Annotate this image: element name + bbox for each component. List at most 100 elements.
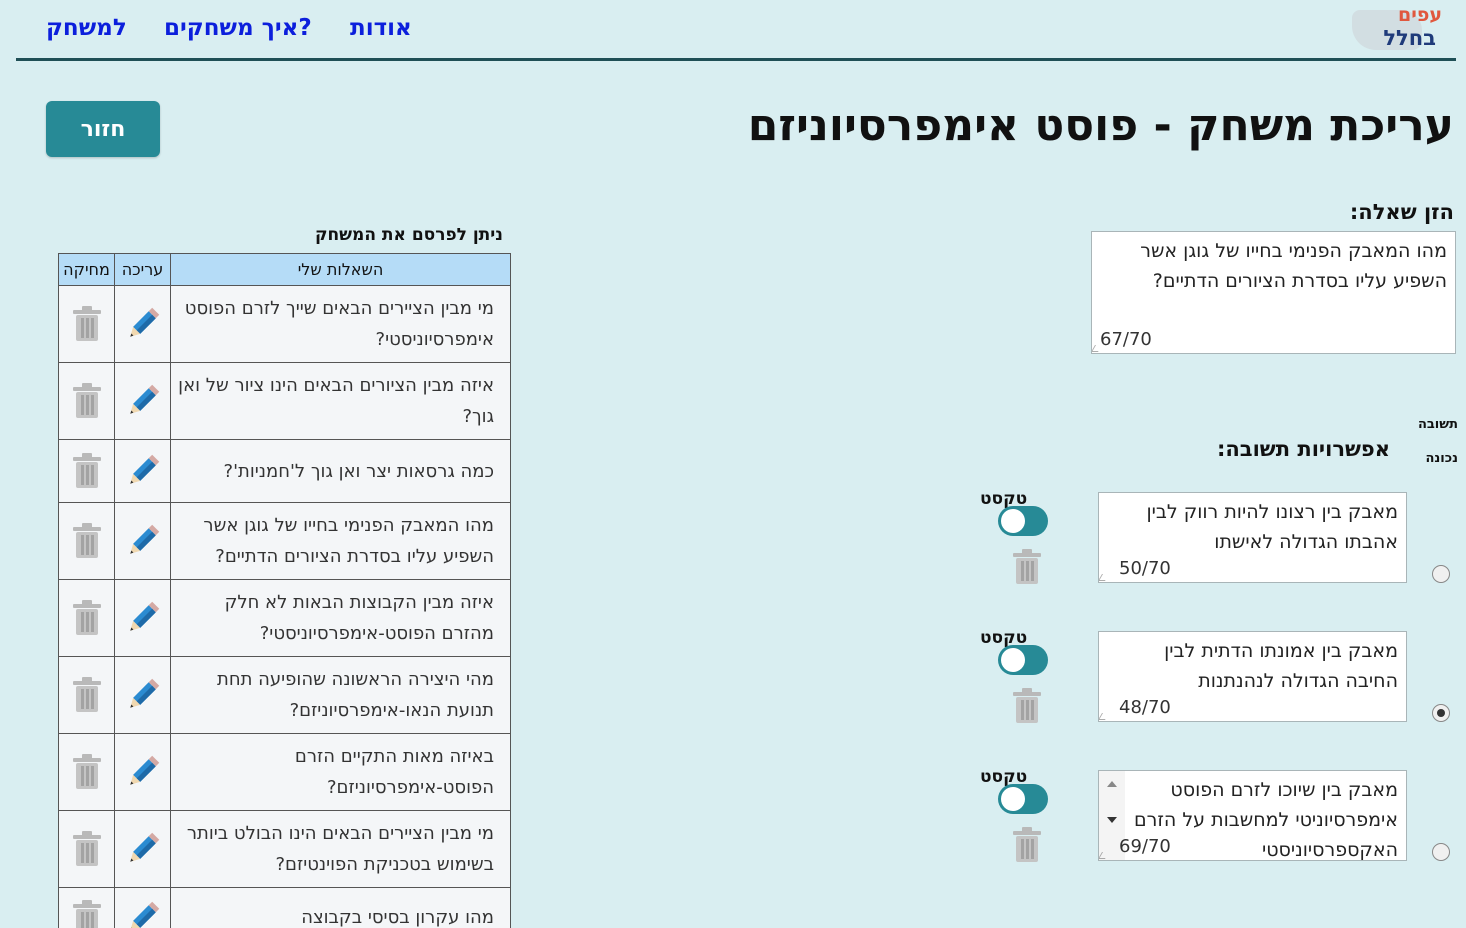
trash-icon[interactable] (71, 453, 103, 488)
top-navigation: למשחק איך משחקים? אודות עפים בחלל (16, 0, 1456, 61)
pencil-icon[interactable] (124, 454, 162, 484)
site-logo[interactable]: עפים בחלל (1342, 4, 1446, 56)
header-delete: מחיקה (58, 253, 115, 286)
pencil-icon[interactable] (124, 524, 162, 554)
publish-status-note: ניתן לפרסם את המשחק (314, 225, 503, 245)
delete-cell (58, 362, 115, 440)
toggle-knob (1001, 509, 1025, 533)
edit-cell (114, 579, 171, 657)
table-body: מי מבין הציירים הבאים שייך לזרם הפוסט אי… (58, 285, 511, 928)
table-row: באיזה מאות התקיים הזרם הפוסט-אימפרסיוניז… (58, 733, 511, 811)
table-row: איזה מבין הציורים הבאים הינו ציור של ואן… (58, 362, 511, 440)
trash-icon[interactable] (1011, 548, 1043, 586)
page-title: עריכת משחק - פוסט אימפרסיוניזם (747, 100, 1454, 151)
trash-icon[interactable] (71, 383, 103, 418)
edit-cell (114, 502, 171, 580)
text-toggle-1[interactable] (998, 506, 1048, 536)
trash-icon[interactable] (71, 600, 103, 635)
question-text: מהו המאבק הפנימי בחייו של גוגן אשר השפיע… (1140, 240, 1447, 292)
answer-options-label: אפשרויות תשובה: (1216, 437, 1390, 461)
back-button[interactable]: חזור (46, 101, 160, 157)
answer-char-counter-2: 48/70 (1119, 697, 1171, 718)
correct-answer-radio-3[interactable] (1432, 843, 1450, 861)
logo-text-line2: בחלל (1383, 26, 1436, 50)
question-cell: כמה גרסאות יצר ואן גוך ל'חמניות'? (170, 439, 511, 503)
question-cell: איזה מבין הציורים הבאים הינו ציור של ואן… (170, 362, 511, 440)
pencil-icon[interactable] (124, 384, 162, 414)
trash-icon[interactable] (71, 754, 103, 789)
pencil-icon[interactable] (124, 307, 162, 337)
trash-icon[interactable] (71, 677, 103, 712)
toggle-knob (1001, 648, 1025, 672)
correct-answer-radio-2[interactable] (1432, 704, 1450, 722)
edit-cell (114, 285, 171, 363)
question-cell: מהו המאבק הפנימי בחייו של גוגן אשר השפיע… (170, 502, 511, 580)
scroll-down-icon[interactable] (1107, 817, 1117, 823)
edit-cell (114, 656, 171, 734)
scroll-up-icon[interactable] (1107, 781, 1117, 787)
trash-icon[interactable] (71, 523, 103, 558)
correct-answer-label: תשובה נכונה (1417, 417, 1458, 466)
pencil-icon[interactable] (124, 832, 162, 862)
resize-handle-icon[interactable] (1099, 713, 1110, 720)
correct-answer-radio-1[interactable] (1432, 565, 1450, 583)
question-cell: מהי היצירה הראשונה שהופיעה תחת תנועת הנא… (170, 656, 511, 734)
question-label: הזן שאלה: (1349, 200, 1454, 224)
question-cell: מהו עקרון בסיסי בקבוצה (170, 887, 511, 928)
pencil-icon[interactable] (124, 678, 162, 708)
answer-textarea-3[interactable]: מאבק בין שיוכו לזרם הפוסט אימפרסיוניטי ל… (1098, 770, 1407, 861)
table-row: מי מבין הציירים הבאים הינו הבולט ביותר ב… (58, 810, 511, 888)
answer-textarea-1[interactable]: מאבק בין רצונו להיות רווק לבין אהבתו הגד… (1098, 492, 1407, 583)
resize-handle-icon[interactable] (1099, 574, 1110, 581)
edit-cell (114, 439, 171, 503)
pencil-icon[interactable] (124, 755, 162, 785)
trash-icon[interactable] (1011, 687, 1043, 725)
table-row: מי מבין הציירים הבאים שייך לזרם הפוסט אי… (58, 285, 511, 363)
toggle-knob (1001, 787, 1025, 811)
delete-cell (58, 887, 115, 928)
delete-cell (58, 579, 115, 657)
answer-text-1: מאבק בין רצונו להיות רווק לבין אהבתו הגד… (1146, 501, 1398, 553)
table-row: מהי היצירה הראשונה שהופיעה תחת תנועת הנא… (58, 656, 511, 734)
questions-table: השאלות שלי עריכה מחיקה מי מבין הציירים ה… (58, 253, 511, 928)
answer-text-3: מאבק בין שיוכו לזרם הפוסט אימפרסיוניטי ל… (1134, 779, 1398, 861)
question-char-counter: 67/70 (1100, 329, 1152, 350)
answer-textarea-2[interactable]: מאבק בין אמונתו הדתית לבין החיבה הגדולה … (1098, 631, 1407, 722)
logo-text-line1: עפים (1398, 4, 1442, 26)
question-cell: באיזה מאות התקיים הזרם הפוסט-אימפרסיוניז… (170, 733, 511, 811)
text-toggle-2[interactable] (998, 645, 1048, 675)
question-textarea[interactable]: מהו המאבק הפנימי בחייו של גוגן אשר השפיע… (1091, 231, 1456, 354)
question-cell: איזה מבין הקבוצות הבאות לא חלק מהזרם הפו… (170, 579, 511, 657)
text-toggle-3[interactable] (998, 784, 1048, 814)
header-my-questions: השאלות שלי (170, 253, 511, 286)
edit-cell (114, 810, 171, 888)
edit-cell (114, 733, 171, 811)
delete-cell (58, 439, 115, 503)
nav-link-how-to-play[interactable]: איך משחקים? (164, 15, 312, 41)
trash-icon[interactable] (71, 306, 103, 341)
trash-icon[interactable] (1011, 826, 1043, 864)
table-row: כמה גרסאות יצר ואן גוך ל'חמניות'? (58, 439, 511, 503)
nav-link-about[interactable]: אודות (350, 15, 412, 41)
table-row: איזה מבין הקבוצות הבאות לא חלק מהזרם הפו… (58, 579, 511, 657)
table-row: מהו עקרון בסיסי בקבוצה (58, 887, 511, 928)
pencil-icon[interactable] (124, 601, 162, 631)
pencil-icon[interactable] (124, 901, 162, 928)
edit-cell (114, 362, 171, 440)
nav-link-play[interactable]: למשחק (46, 15, 127, 41)
question-cell: מי מבין הציירים הבאים שייך לזרם הפוסט אי… (170, 285, 511, 363)
header-edit: עריכה (114, 253, 171, 286)
question-cell: מי מבין הציירים הבאים הינו הבולט ביותר ב… (170, 810, 511, 888)
edit-cell (114, 887, 171, 928)
delete-cell (58, 502, 115, 580)
answer-char-counter-3: 69/70 (1119, 836, 1171, 857)
table-row: מהו המאבק הפנימי בחייו של גוגן אשר השפיע… (58, 502, 511, 580)
delete-cell (58, 733, 115, 811)
trash-icon[interactable] (71, 831, 103, 866)
answer-text-2: מאבק בין אמונתו הדתית לבין החיבה הגדולה … (1164, 640, 1398, 692)
delete-cell (58, 656, 115, 734)
table-header-row: השאלות שלי עריכה מחיקה (58, 253, 511, 286)
delete-cell (58, 810, 115, 888)
answer-char-counter-1: 50/70 (1119, 558, 1171, 579)
trash-icon[interactable] (71, 899, 103, 928)
